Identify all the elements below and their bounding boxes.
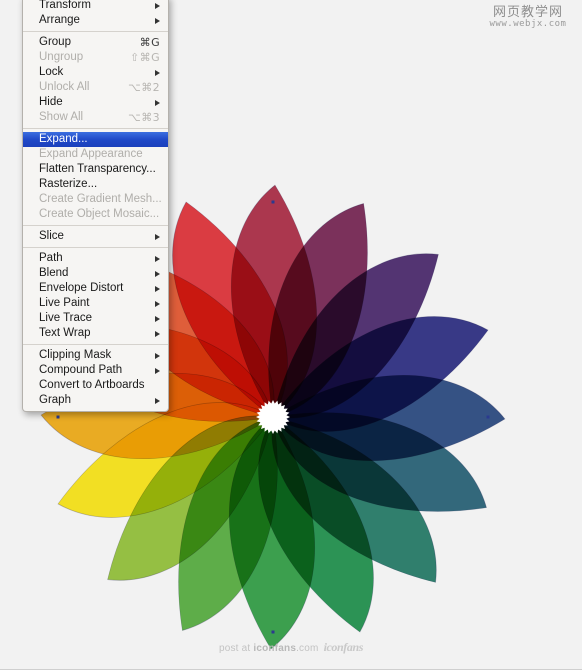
footer-credit: post at iconfans.com iconfans (0, 640, 582, 655)
menu-item-ungroup: Ungroup ⇧⌘G (23, 50, 168, 65)
menu-item-convert-to-artboards[interactable]: Convert to Artboards (23, 378, 168, 393)
anchor-point-3 (271, 630, 275, 634)
menu-item-label: Clipping Mask (39, 349, 112, 361)
site-watermark: 网页教学网 www.webjx.com (482, 6, 574, 29)
credit-prefix: post at (218, 643, 254, 654)
petal-1 (230, 184, 317, 418)
menu-item-expand[interactable]: Expand... (23, 132, 168, 147)
menu-item-label: Live Paint (39, 297, 90, 309)
submenu-arrow-icon (155, 270, 160, 277)
menu-item-label: Unlock All (39, 81, 90, 93)
submenu-arrow-icon (155, 367, 160, 374)
petal-2 (268, 203, 368, 418)
menu-item-hide[interactable]: Hide (23, 95, 168, 110)
menu-item-label: Flatten Transparency... (39, 163, 156, 175)
submenu-arrow-icon (155, 397, 160, 404)
menu-item-shortcut: ⇧⌘G (130, 51, 160, 64)
credit-suffix: .com (296, 643, 319, 654)
menu-item-flatten-transparency[interactable]: Flatten Transparency... (23, 162, 168, 177)
menu-item-label: Hide (39, 96, 63, 108)
menu-item-label: Path (39, 252, 63, 264)
menu-item-slice[interactable]: Slice (23, 229, 168, 244)
menu-item-label: Create Gradient Mesh... (39, 193, 162, 205)
submenu-arrow-icon (155, 285, 160, 292)
menu-item-live-trace[interactable]: Live Trace (23, 311, 168, 326)
submenu-arrow-icon (155, 69, 160, 76)
menu-item-shortcut: ⌥⌘3 (128, 111, 160, 124)
hub-gear-icon (256, 400, 290, 434)
menu-separator (23, 344, 168, 345)
menu-item-lock[interactable]: Lock (23, 65, 168, 80)
menu-separator (23, 247, 168, 248)
menu-item-label: Slice (39, 230, 64, 242)
menu-item-label: Live Trace (39, 312, 93, 324)
menu-item-label: Expand Appearance (39, 148, 143, 160)
submenu-arrow-icon (155, 255, 160, 262)
anchor-point-2 (486, 415, 490, 419)
menu-item-envelope-distort[interactable]: Envelope Distort (23, 281, 168, 296)
menu-item-create-object-mosaic: Create Object Mosaic... (23, 207, 168, 222)
menu-separator (23, 31, 168, 32)
submenu-arrow-icon (155, 315, 160, 322)
anchor-point-1 (56, 415, 60, 419)
menu-item-compound-path[interactable]: Compound Path (23, 363, 168, 378)
menu-item-label: Text Wrap (39, 327, 91, 339)
menu-item-label: Create Object Mosaic... (39, 208, 160, 220)
menu-item-path[interactable]: Path (23, 251, 168, 266)
petal-4 (272, 316, 489, 432)
anchor-point-0 (271, 200, 275, 204)
menu-item-show-all: Show All ⌥⌘3 (23, 110, 168, 125)
submenu-arrow-icon (155, 2, 160, 9)
menu-item-label: Graph (39, 394, 71, 406)
menu-item-label: Group (39, 36, 71, 48)
submenu-arrow-icon (155, 17, 160, 24)
menu-item-shortcut: ⌘G (139, 36, 160, 49)
menu-item-live-paint[interactable]: Live Paint (23, 296, 168, 311)
petal-5 (272, 374, 506, 461)
menu-item-label: Show All (39, 111, 84, 123)
petal-6 (272, 412, 487, 512)
menu-item-label: Arrange (39, 14, 80, 26)
menu-item-arrange[interactable]: Arrange (23, 13, 168, 28)
watermark-url-text: www.webjx.com (489, 18, 567, 29)
menu-separator (23, 128, 168, 129)
menu-item-label: Convert to Artboards (39, 379, 145, 391)
submenu-arrow-icon (155, 233, 160, 240)
illustrator-canvas: 网页教学网 www.webjx.com post at iconfans.com… (0, 0, 582, 670)
menu-item-label: Rasterize... (39, 178, 98, 190)
petal-9 (229, 416, 316, 650)
menu-item-group[interactable]: Group ⌘G (23, 35, 168, 50)
menu-item-graph[interactable]: Graph (23, 393, 168, 408)
submenu-arrow-icon (155, 352, 160, 359)
menu-item-label: Compound Path (39, 364, 123, 376)
menu-item-unlock-all: Unlock All ⌥⌘2 (23, 80, 168, 95)
object-context-menu[interactable]: Transform Arrange Group ⌘G Ungroup ⇧⌘G Lock Unl… (22, 0, 169, 412)
menu-item-shortcut: ⌥⌘2 (128, 81, 160, 94)
menu-item-label: Expand... (39, 133, 88, 145)
credit-site: iconfans (253, 643, 297, 654)
menu-item-label: Transform (39, 0, 91, 11)
menu-item-label: Ungroup (39, 51, 84, 63)
menu-item-clipping-mask[interactable]: Clipping Mask (23, 348, 168, 363)
watermark-cn-text: 网页教学网 (492, 5, 563, 20)
menu-item-transform[interactable]: Transform (23, 0, 168, 13)
petal-3 (272, 253, 439, 419)
petal-10 (178, 416, 278, 631)
menu-separator (23, 225, 168, 226)
menu-item-rasterize[interactable]: Rasterize... (23, 177, 168, 192)
menu-item-text-wrap[interactable]: Text Wrap (23, 326, 168, 341)
petal-8 (258, 416, 374, 633)
menu-item-blend[interactable]: Blend (23, 266, 168, 281)
menu-item-expand-appearance: Expand Appearance (23, 147, 168, 162)
petal-7 (271, 416, 437, 583)
menu-item-label: Lock (39, 66, 64, 78)
iconfans-logo: iconfans (323, 640, 364, 654)
submenu-arrow-icon (155, 300, 160, 307)
submenu-arrow-icon (155, 99, 160, 106)
menu-item-create-gradient-mesh: Create Gradient Mesh... (23, 192, 168, 207)
submenu-arrow-icon (155, 330, 160, 337)
menu-item-label: Blend (39, 267, 69, 279)
menu-item-label: Envelope Distort (39, 282, 124, 294)
